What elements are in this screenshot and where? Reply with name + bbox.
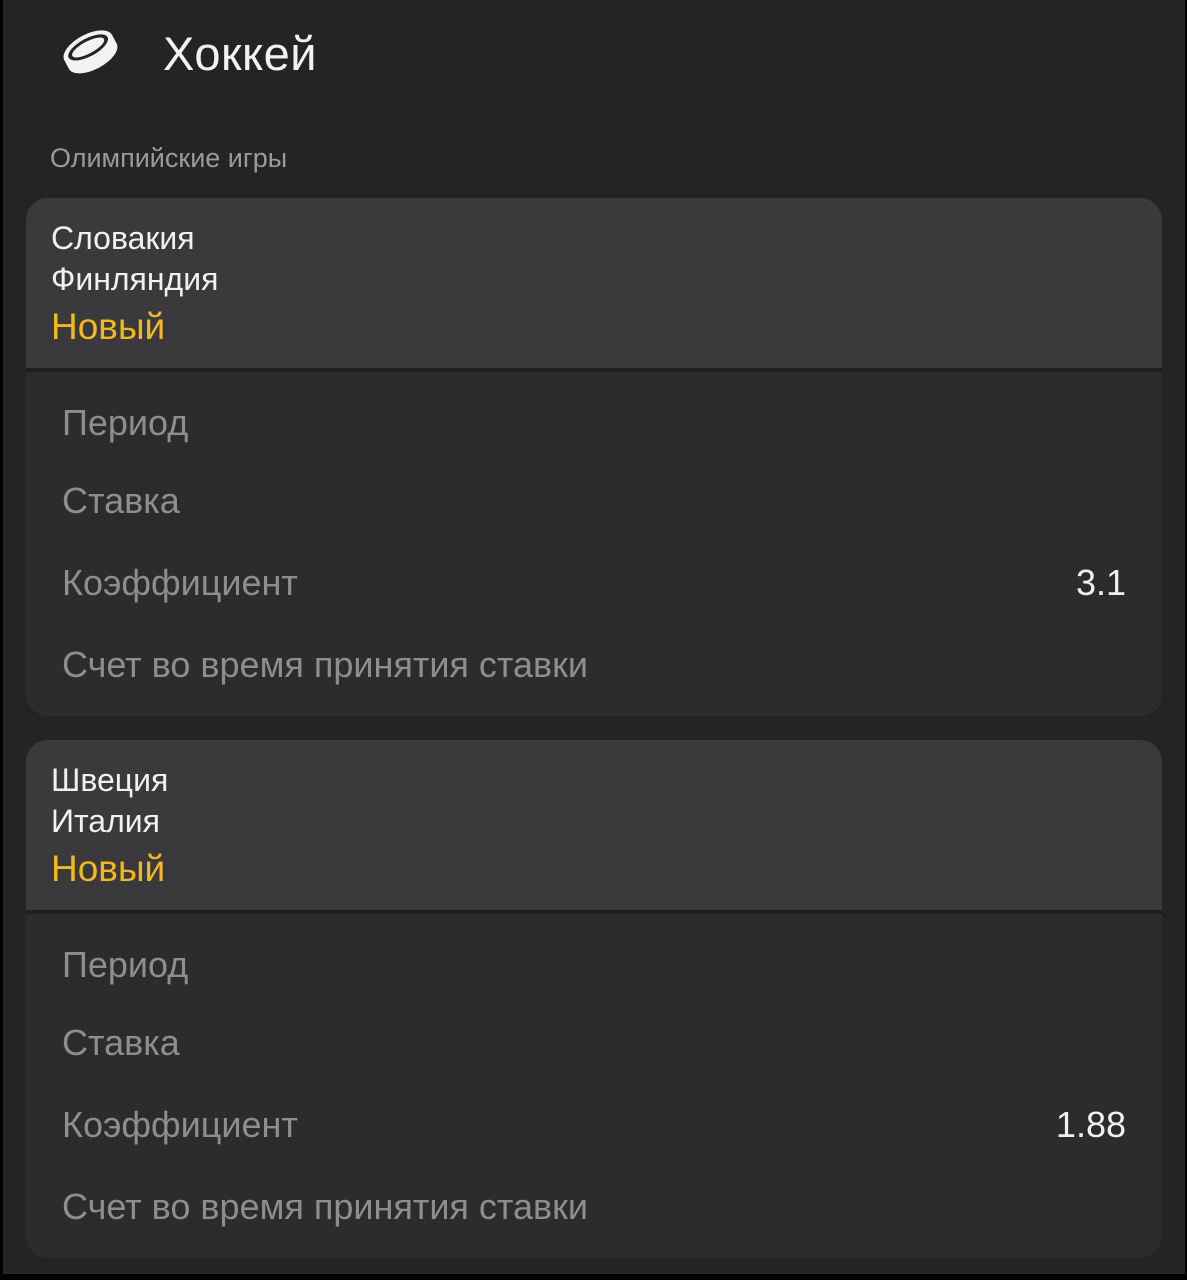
bet-status: Новый [51,848,166,889]
coefficient-label: Коэффициент [62,1104,298,1145]
team-away: Италия [51,803,160,839]
team-home: Швеция [51,762,169,798]
period-label: Период [62,402,189,443]
bet-card-header: Швеция Италия Новый [26,740,1162,914]
coefficient-label: Коэффициент [62,562,298,603]
bet-status: Новый [51,306,166,347]
bet-label: Ставка [62,480,180,521]
team-away: Финляндия [51,261,219,297]
screen: Хоккей Олимпийские игры Словакия Финлянд… [3,0,1185,1274]
bet-card[interactable]: Словакия Финляндия Новый Период Ставка К… [26,198,1162,716]
sport-title: Хоккей [163,27,318,80]
bet-label: Ставка [62,1022,180,1063]
coefficient-value: 3.1 [1075,562,1126,603]
score-at-bet-label: Счет во время принятия ставки [62,1186,589,1227]
bet-card-header: Словакия Финляндия Новый [26,198,1162,372]
bet-card[interactable]: Швеция Италия Новый Период Ставка Коэффи… [26,740,1162,1258]
score-at-bet-label: Счет во время принятия ставки [62,644,589,685]
coefficient-value: 1.88 [1055,1104,1126,1145]
sport-header[interactable]: Хоккей [3,0,1185,105]
league-title: Олимпийские игры [50,143,288,173]
hockey-puck-icon [63,30,118,74]
period-label: Период [62,944,189,985]
team-home: Словакия [51,220,195,256]
